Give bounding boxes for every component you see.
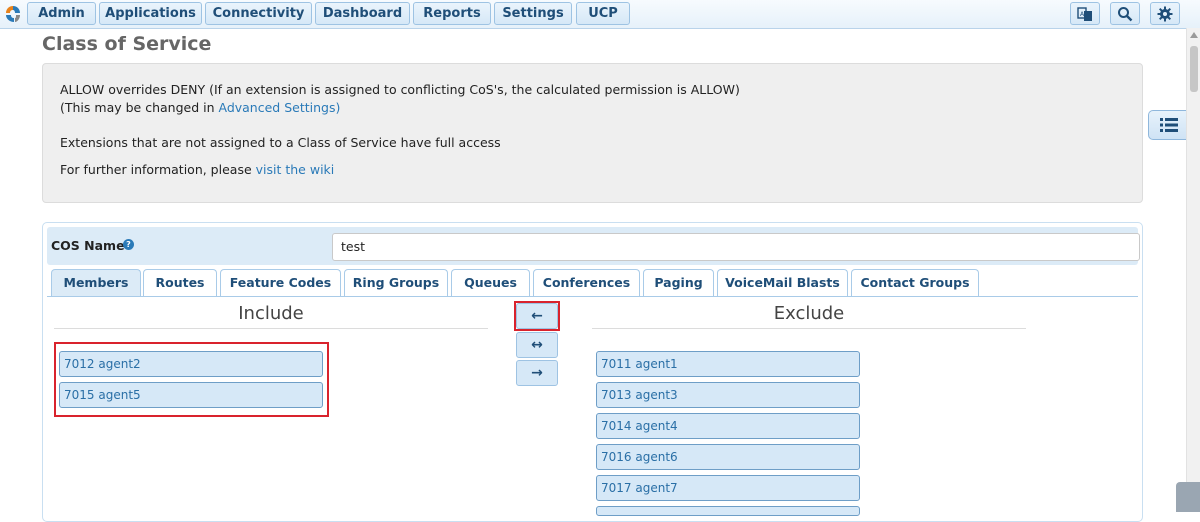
scroll-thumb[interactable]: [1190, 46, 1198, 92]
chat-widget-tab[interactable]: [1176, 482, 1200, 512]
cos-form: COS Name ? test Members Routes Feature C…: [42, 222, 1143, 522]
info-advanced-prefix: (This may be changed in: [60, 100, 219, 115]
info-wiki-prefix: For further information, please: [60, 162, 256, 177]
nav-reports[interactable]: Reports: [413, 2, 491, 25]
advanced-settings-link[interactable]: Advanced Settings): [218, 100, 340, 115]
swap-button[interactable]: ↔: [516, 332, 558, 358]
move-right-button[interactable]: →: [516, 360, 558, 386]
tab-feature-codes[interactable]: Feature Codes: [220, 269, 341, 297]
exclude-heading: Exclude: [773, 303, 845, 324]
nav-applications[interactable]: Applications: [99, 2, 202, 25]
tab-ring-groups[interactable]: Ring Groups: [344, 269, 448, 297]
nav-admin[interactable]: Admin: [27, 2, 96, 25]
info-box: ALLOW overrides DENY (If an extension is…: [42, 63, 1143, 203]
list-icon: [1159, 118, 1178, 132]
tab-contact-groups[interactable]: Contact Groups: [851, 269, 979, 297]
nav-ucp[interactable]: UCP: [576, 2, 630, 25]
scroll-up-icon[interactable]: [1190, 32, 1198, 38]
tab-members[interactable]: Members: [51, 269, 141, 297]
exclude-item-partial[interactable]: [596, 506, 860, 516]
exclude-item[interactable]: 7014 agent4: [596, 413, 860, 439]
exclude-item[interactable]: 7017 agent7: [596, 475, 860, 501]
top-nav-bar: Admin Applications Connectivity Dashboar…: [0, 0, 1200, 29]
nav-settings[interactable]: Settings: [494, 2, 572, 25]
include-rule: [54, 328, 488, 329]
tab-paging[interactable]: Paging: [643, 269, 714, 297]
info-wiki-line: For further information, please visit th…: [60, 162, 334, 177]
exclude-item[interactable]: 7011 agent1: [596, 351, 860, 377]
cos-name-input[interactable]: test: [332, 233, 1140, 261]
include-item[interactable]: 7015 agent5: [59, 382, 323, 408]
visit-wiki-link[interactable]: visit the wiki: [256, 162, 335, 177]
tab-divider: [47, 296, 1138, 297]
page-scrollbar[interactable]: [1186, 28, 1200, 512]
language-icon: A: [1077, 6, 1092, 21]
include-item[interactable]: 7012 agent2: [59, 351, 323, 377]
side-panel-toggle[interactable]: [1148, 110, 1188, 140]
help-icon[interactable]: ?: [123, 239, 134, 250]
page-title: Class of Service: [42, 33, 212, 55]
tab-conferences[interactable]: Conferences: [533, 269, 640, 297]
tab-queues[interactable]: Queues: [451, 269, 530, 297]
info-allow-deny: ALLOW overrides DENY (If an extension is…: [60, 82, 740, 97]
include-heading: Include: [238, 303, 304, 324]
tab-voicemail-blasts[interactable]: VoiceMail Blasts: [717, 269, 848, 297]
search-button[interactable]: [1110, 2, 1140, 25]
settings-button[interactable]: [1150, 2, 1180, 25]
cos-name-label: COS Name: [51, 238, 125, 253]
language-button[interactable]: A: [1070, 2, 1100, 25]
info-full-access: Extensions that are not assigned to a Cl…: [60, 135, 501, 150]
cos-tabs: Members Routes Feature Codes Ring Groups…: [43, 269, 1142, 297]
freepbx-logo[interactable]: [3, 4, 23, 24]
gear-icon: [1157, 6, 1173, 21]
exclude-item[interactable]: 7013 agent3: [596, 382, 860, 408]
tab-routes[interactable]: Routes: [143, 269, 217, 297]
cos-name-row: COS Name ? test: [47, 227, 1140, 265]
nav-dashboard[interactable]: Dashboard: [315, 2, 410, 25]
search-icon: [1118, 6, 1133, 21]
move-left-button[interactable]: ←: [516, 303, 558, 329]
nav-connectivity[interactable]: Connectivity: [205, 2, 312, 25]
exclude-item[interactable]: 7016 agent6: [596, 444, 860, 470]
exclude-rule: [592, 328, 1026, 329]
info-advanced-settings-line: (This may be changed in Advanced Setting…: [60, 100, 340, 115]
